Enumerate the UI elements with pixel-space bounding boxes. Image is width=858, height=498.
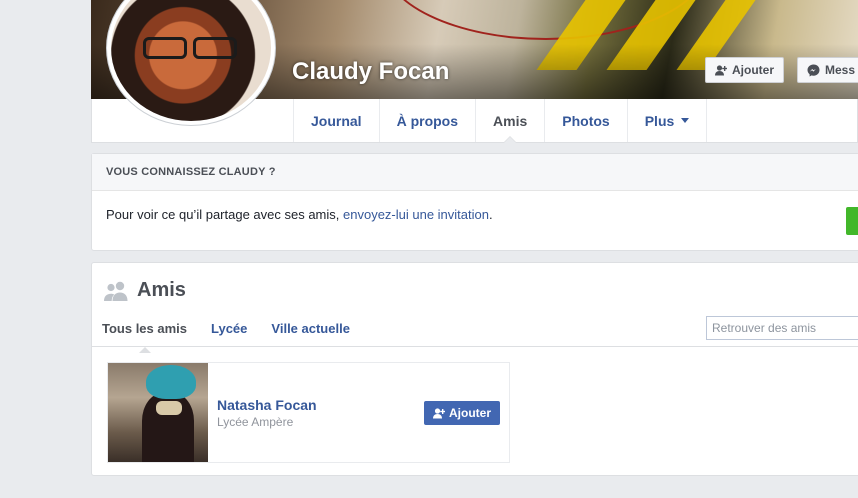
tab-plus[interactable]: Plus (628, 99, 708, 142)
profile-avatar-image (111, 0, 271, 121)
tab-amis[interactable]: Amis (476, 99, 546, 143)
friends-search-input[interactable] (706, 316, 858, 340)
add-friend-button[interactable]: Ajouter (705, 57, 784, 83)
friend-name-link[interactable]: Natasha Focan (217, 397, 317, 413)
add-friend-button[interactable]: Ajouter (424, 401, 500, 425)
tab-plus-label: Plus (644, 112, 675, 129)
tab-photos[interactable]: Photos (545, 99, 628, 142)
know-card-text-end: . (488, 207, 493, 222)
friends-section-title: Amis (104, 279, 186, 302)
friends-icon (104, 281, 128, 301)
profile-name[interactable]: Claudy Focan (292, 58, 449, 86)
add-friend-icon (715, 64, 727, 75)
message-button[interactable]: Mess (797, 57, 858, 83)
know-card-text: Pour voir ce qu’il partage avec ses amis… (106, 207, 343, 222)
message-label: Mess (825, 63, 856, 77)
friends-title-text: Amis (137, 279, 186, 301)
friend-photo[interactable] (108, 363, 208, 462)
add-friend-label: Ajouter (449, 406, 491, 420)
divider (92, 346, 858, 347)
profile-tabs: Journal À propos Amis Photos Plus (293, 99, 708, 143)
add-friend-icon (433, 407, 445, 418)
tab-all-friends[interactable]: Tous les amis (102, 321, 187, 353)
tab-a-propos[interactable]: À propos (380, 99, 477, 142)
add-friend-green-button[interactable] (846, 207, 858, 235)
friends-card: Amis Tous les amis Lycée Ville actuelle … (91, 262, 858, 476)
add-friend-label: Ajouter (732, 63, 774, 77)
tab-current-city[interactable]: Ville actuelle (271, 321, 350, 336)
tab-journal[interactable]: Journal (294, 99, 380, 142)
friend-subtitle: Lycée Ampère (217, 415, 294, 429)
know-person-card: VOUS CONNAISSEZ CLAUDY ? Pour voir ce qu… (91, 153, 858, 251)
tab-lycee[interactable]: Lycée (211, 321, 247, 336)
avatar-glasses (141, 37, 245, 59)
know-card-heading: VOUS CONNAISSEZ CLAUDY ? (92, 154, 858, 191)
messenger-icon (807, 64, 820, 76)
know-card-body: Pour voir ce qu’il partage avec ses amis… (92, 191, 858, 238)
friend-list-item: Natasha Focan Lycée Ampère Ajouter (107, 362, 510, 463)
friends-tabs: Tous les amis Lycée Ville actuelle (102, 321, 374, 353)
send-invitation-link[interactable]: envoyez-lui une invitation (343, 207, 489, 222)
chevron-down-icon (681, 118, 690, 127)
